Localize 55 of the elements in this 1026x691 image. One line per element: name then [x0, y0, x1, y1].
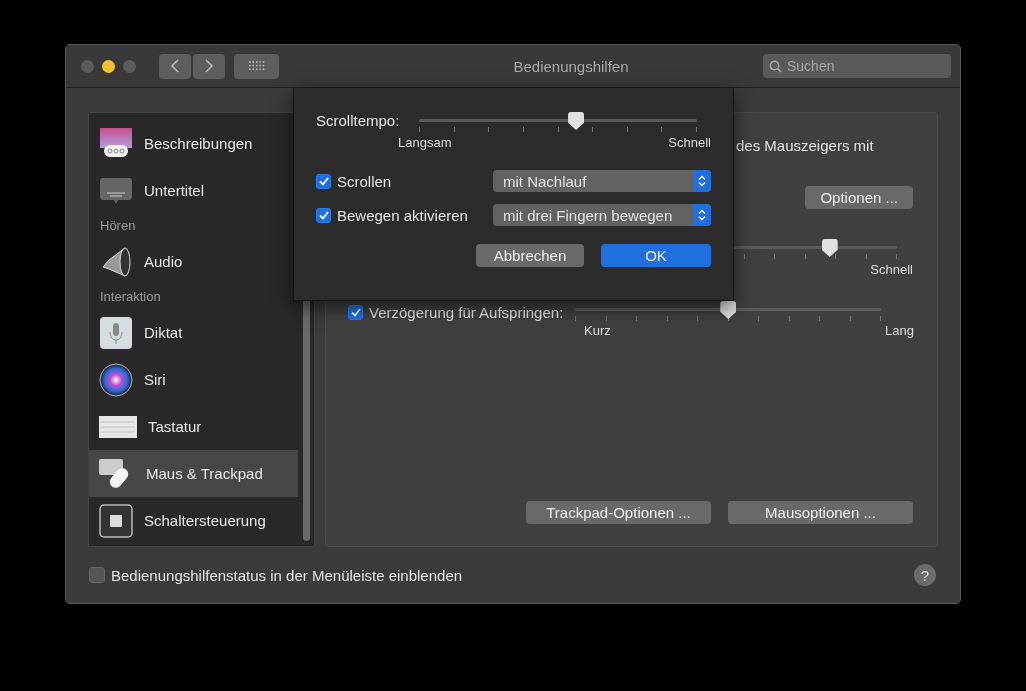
sidebar-item[interactable]: Maus & Trackpad — [89, 450, 298, 497]
chevron-left-icon — [170, 59, 180, 73]
options-button[interactable]: Trackpad-Optionen ... — [526, 501, 711, 524]
minimize-button[interactable] — [102, 59, 115, 73]
slider[interactable] — [575, 301, 882, 323]
sidebar-item[interactable]: Schaltersteuerung — [89, 497, 298, 544]
switch-control-icon — [99, 503, 133, 538]
sidebar-item[interactable]: Untertitel — [89, 167, 298, 214]
slider-min-label: Langsam — [398, 135, 452, 150]
forward-button[interactable] — [193, 53, 225, 79]
speaker-icon — [99, 244, 133, 279]
slider-max-label: Schnell — [870, 262, 913, 277]
sidebar-section-header: Interaktion — [99, 288, 162, 306]
caption-screen-icon — [99, 175, 133, 206]
slider-min-label: Kurz — [584, 323, 611, 338]
show-all-button[interactable] — [234, 53, 279, 79]
search-field[interactable]: Suchen — [763, 54, 951, 78]
siri-orb-icon — [99, 362, 133, 397]
sidebar-item[interactable]: Siri — [89, 356, 298, 403]
slider-max-label: Lang — [885, 323, 914, 338]
back-button[interactable] — [159, 53, 191, 79]
slider-max-label: Schnell — [668, 135, 711, 150]
sidebar-item[interactable]: Beschreibungen — [89, 120, 298, 167]
description-text: des Mauszeigers mit — [736, 137, 874, 154]
options-button[interactable]: Optionen ... — [805, 186, 913, 209]
checkbox-label: Bewegen aktivieren — [337, 206, 469, 224]
checkbox-label: Bedienungshilfenstatus in der Menüleiste einblenden — [111, 566, 463, 584]
stepper-arrows-icon — [693, 204, 711, 226]
stepper-arrows-icon — [693, 170, 711, 192]
checkbox[interactable] — [89, 567, 105, 583]
checkbox[interactable] — [316, 173, 331, 189]
sidebar-item[interactable]: Diktat — [89, 309, 298, 356]
sidebar-item[interactable]: Tastatur — [89, 403, 298, 450]
checkbox[interactable] — [316, 207, 331, 223]
ok-button[interactable]: OK — [601, 244, 711, 267]
slider-label: Scrolltempo: — [316, 112, 401, 130]
keyboard-icon — [99, 414, 137, 439]
checkbox[interactable] — [348, 304, 363, 320]
checkbox-label: Scrollen — [337, 172, 393, 190]
cancel-button[interactable]: Abbrechen — [476, 244, 584, 267]
slider-thumb[interactable] — [568, 112, 585, 130]
sidebar-section-header: Hören — [99, 217, 137, 235]
slider-thumb[interactable] — [720, 301, 737, 319]
slider-thumb[interactable] — [821, 239, 838, 257]
help-button[interactable]: ? — [914, 564, 936, 586]
microphone-icon — [99, 315, 133, 350]
sidebar-item[interactable]: Audio — [89, 238, 298, 285]
slider[interactable] — [419, 112, 697, 134]
window-title: Bedienungshilfen — [512, 57, 630, 75]
options-button[interactable]: Mausoptionen ... — [728, 501, 913, 524]
popup-menu[interactable]: mit drei Fingern bewegen — [493, 204, 711, 226]
checkbox-label: Verzögerung für Aufspringen: — [369, 303, 564, 321]
chevron-right-icon — [204, 59, 214, 73]
popup-menu[interactable]: mit Nachlauf — [493, 170, 711, 192]
dot-grid-icon — [247, 60, 266, 72]
